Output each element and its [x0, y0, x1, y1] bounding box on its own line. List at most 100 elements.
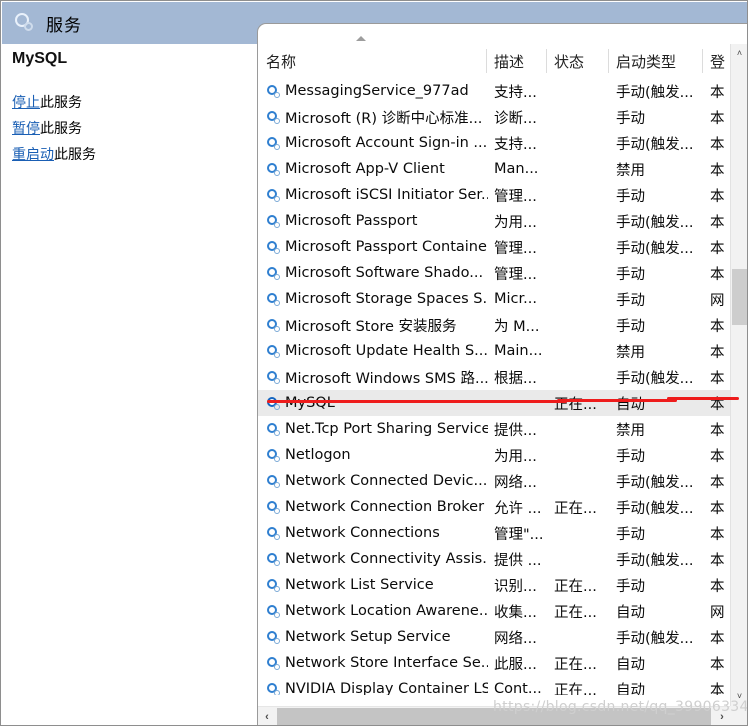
stop-service-link[interactable]: 停止: [12, 95, 40, 111]
table-row[interactable]: Microsoft Update Health S... Main... 禁用 本: [258, 338, 747, 364]
table-row[interactable]: Microsoft Storage Spaces S... Micr... 手动 网: [258, 286, 747, 312]
table-row[interactable]: MessagingService_977ad 支持... 手动(触发... 本: [258, 78, 747, 104]
service-name-cell: Microsoft Update Health S...: [266, 338, 488, 364]
service-state-cell: [554, 624, 608, 650]
service-logon-cell: 本: [710, 526, 725, 543]
service-gear-icon: [266, 656, 281, 671]
service-gear-icon: [266, 474, 281, 489]
service-start-cell: 手动: [616, 526, 645, 543]
service-name-text: Microsoft iSCSI Initiator Ser...: [285, 187, 488, 203]
column-header-startup-type[interactable]: 启动类型: [616, 44, 706, 78]
column-header-name[interactable]: 名称: [266, 44, 488, 78]
table-row[interactable]: Microsoft Account Sign-in ... 支持... 手动(触发.…: [258, 130, 747, 156]
service-name-cell: Network List Service: [266, 572, 488, 598]
table-row[interactable]: Netlogon 为用... 手动 本: [258, 442, 747, 468]
table-row[interactable]: Network Store Interface Se... 此服... 正在... 自…: [258, 650, 747, 676]
service-logon-cell: 本: [710, 136, 725, 153]
service-name-text: Network Connectivity Assis...: [285, 551, 488, 567]
service-logon-cell: 本: [710, 214, 725, 231]
scroll-right-icon[interactable]: ›: [713, 707, 731, 725]
pause-service-tail: 此服务: [40, 121, 82, 137]
service-start-cell: 手动(触发...: [616, 552, 694, 569]
service-desc-cell: 收集...: [494, 604, 537, 621]
table-row[interactable]: NVIDIA Display Container LS Cont... 正在... 自…: [258, 676, 747, 695]
service-details-pane: MySQL 停止此服务 暂停此服务 重启动此服务: [2, 44, 260, 725]
service-start-cell: 手动(触发...: [616, 370, 694, 387]
service-gear-icon: [266, 214, 281, 229]
service-desc-cell: Man...: [494, 161, 539, 177]
service-gear-icon: [266, 526, 281, 541]
horizontal-scrollbar[interactable]: ‹ ›: [258, 706, 731, 725]
table-row[interactable]: Microsoft Passport Container 管理... 手动(触发..…: [258, 234, 747, 260]
service-name-cell: MessagingService_977ad: [266, 78, 488, 104]
scrollbar-corner: [730, 706, 747, 725]
table-row[interactable]: Microsoft (R) 诊断中心标准... 诊断... 手动 本: [258, 104, 747, 130]
service-start-cell: 手动(触发...: [616, 240, 694, 257]
vertical-scroll-thumb[interactable]: [732, 269, 747, 325]
service-name-text: Net.Tcp Port Sharing Service: [285, 421, 488, 437]
table-row[interactable]: Microsoft App-V Client Man... 禁用 本: [258, 156, 747, 182]
service-start-cell: 手动: [616, 188, 645, 205]
service-start-cell: 自动: [616, 656, 645, 673]
service-gear-icon: [266, 136, 281, 151]
service-state-cell: [554, 442, 608, 468]
table-row[interactable]: Network Setup Service 网络... 手动(触发... 本: [258, 624, 747, 650]
vertical-scrollbar[interactable]: ˄ ˅: [730, 44, 747, 725]
service-name-text: Microsoft Windows SMS 路...: [285, 370, 488, 387]
restart-service-link[interactable]: 重启动: [12, 147, 54, 163]
table-row[interactable]: Net.Tcp Port Sharing Service 提供... 禁用 本: [258, 416, 747, 442]
service-desc-cell: 识别...: [494, 578, 537, 595]
service-state-cell: [554, 78, 608, 104]
service-logon-cell: 本: [710, 110, 725, 127]
table-row[interactable]: Network Connectivity Assis... 提供 ... 手动(触发…: [258, 546, 747, 572]
table-row[interactable]: Network Connected Devic... 网络... 手动(触发... 本: [258, 468, 747, 494]
service-start-cell: 自动: [616, 604, 645, 621]
service-state-cell: [554, 260, 608, 286]
service-name-cell: Microsoft Software Shado...: [266, 260, 488, 286]
service-gear-icon: [266, 448, 281, 463]
service-state-cell: [554, 338, 608, 364]
scroll-down-icon[interactable]: ˅: [731, 687, 747, 705]
service-start-cell: 手动: [616, 578, 645, 595]
service-logon-cell: 本: [710, 474, 725, 491]
service-name-text: Microsoft (R) 诊断中心标准...: [285, 110, 483, 127]
service-gear-icon: [266, 396, 281, 411]
service-name-cell: Netlogon: [266, 442, 488, 468]
service-logon-cell: 本: [710, 448, 725, 465]
table-row[interactable]: Microsoft Store 安装服务 为 M... 手动 本: [258, 312, 747, 338]
services-list-body: MessagingService_977ad 支持... 手动(触发... 本 Micr…: [258, 78, 747, 695]
table-row[interactable]: Network Connection Broker 允许 ... 正在... 手动(触…: [258, 494, 747, 520]
scroll-up-icon[interactable]: ˄: [731, 44, 747, 62]
table-row[interactable]: Microsoft iSCSI Initiator Ser... 管理... 手动 本: [258, 182, 747, 208]
pause-service-link[interactable]: 暂停: [12, 121, 40, 137]
service-name-text: Microsoft Update Health S...: [285, 343, 488, 359]
service-logon-cell: 本: [710, 422, 725, 439]
service-gear-icon: [266, 578, 281, 593]
column-header-log-on-as[interactable]: 登: [710, 44, 732, 78]
scroll-left-icon[interactable]: ‹: [258, 707, 276, 725]
service-state-cell: 正在...: [554, 578, 597, 595]
service-gear-icon: [266, 370, 281, 385]
column-header-status[interactable]: 状态: [554, 44, 608, 78]
service-name-text: Microsoft Passport: [285, 213, 418, 229]
table-row[interactable]: MySQL 正在... 自动 本: [258, 390, 747, 416]
table-row[interactable]: Network Location Awarene... 收集... 正在... 自动 网: [258, 598, 747, 624]
service-start-cell: 禁用: [616, 162, 645, 179]
column-header-description[interactable]: 描述: [494, 44, 546, 78]
table-row[interactable]: Microsoft Passport 为用... 手动(触发... 本: [258, 208, 747, 234]
table-row[interactable]: Network Connections 管理"... 手动 本: [258, 520, 747, 546]
service-state-cell: [554, 208, 608, 234]
service-start-cell: 禁用: [616, 344, 645, 361]
table-row[interactable]: Network List Service 识别... 正在... 手动 本: [258, 572, 747, 598]
table-row[interactable]: Microsoft Software Shado... 管理... 手动 本: [258, 260, 747, 286]
service-action-links: 停止此服务 暂停此服务 重启动此服务: [12, 92, 96, 170]
table-row[interactable]: Microsoft Windows SMS 路... 根据... 手动(触发... 本: [258, 364, 747, 390]
service-desc-cell: Micr...: [494, 291, 537, 307]
service-start-cell: 手动: [616, 292, 645, 309]
service-start-cell: 自动: [616, 396, 645, 413]
service-logon-cell: 本: [710, 578, 725, 595]
service-name-cell: Microsoft Account Sign-in ...: [266, 130, 488, 156]
service-state-cell: [554, 416, 608, 442]
service-start-cell: 手动: [616, 318, 645, 335]
horizontal-scroll-thumb[interactable]: [277, 708, 711, 725]
